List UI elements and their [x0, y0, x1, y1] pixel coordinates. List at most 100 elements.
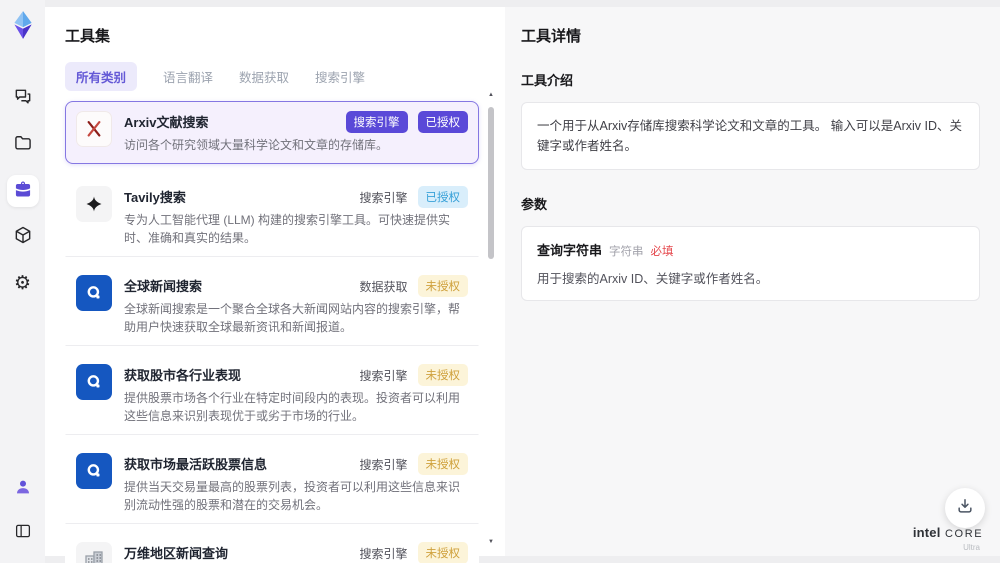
sidebar-item-files[interactable] [7, 129, 39, 161]
tool-header-row: 万维地区新闻查询 搜索引擎 未授权 [124, 542, 468, 563]
collapse-panel-button[interactable] [7, 517, 39, 549]
download-tray-icon [955, 496, 975, 521]
tool-name: Tavily搜索 [124, 190, 186, 205]
param-required-badge: 必填 [650, 246, 674, 258]
tool-header-row: Arxiv文献搜索 搜索引擎 已授权 [124, 111, 468, 133]
auth-status-badge: 已授权 [417, 186, 468, 208]
scroll-down-arrow[interactable]: ▼ [488, 538, 494, 546]
tool-card[interactable]: Tavily搜索 搜索引擎 已授权 专为人工智能代理 (LLM) 构建的搜索引擎工… [65, 176, 479, 257]
arxiv-logo-icon [76, 111, 112, 147]
tool-tags: 搜索引擎 未授权 [359, 542, 468, 563]
scrollbar-track[interactable] [487, 101, 495, 538]
app-logo[interactable] [10, 10, 36, 45]
tool-description: 访问各个研究领域大量科学论文和文章的存储库。 [124, 138, 389, 152]
core-text: CORE [945, 528, 984, 540]
tool-body: 万维地区新闻查询 搜索引擎未授权 查询具体行政区划内的新闻，快速了解各地新闻动 [124, 542, 468, 563]
icon-sidebar: ⚙ [0, 0, 45, 563]
tool-card[interactable]: Arxiv文献搜索 搜索引擎 已授权 访问各个研究领域大量科学论文和文章的存储库。 [65, 101, 479, 164]
scroll-up-arrow[interactable]: ▲ [488, 91, 494, 99]
tool-description: 全球新闻搜索是一个聚合全球各大新闻网站内容的搜索引擎，帮助用户快速获取全球最新资… [124, 302, 461, 334]
auth-status-badge: 未授权 [417, 275, 468, 297]
intel-core-wordmark: intel CORE [913, 524, 983, 541]
category-tag: 搜索引擎 [359, 190, 408, 205]
tool-header-row: Tavily搜索 搜索引擎 已授权 [124, 186, 468, 208]
tool-header-row: 全球新闻搜索 数据获取 未授权 [124, 275, 468, 297]
user-avatar-icon [14, 478, 32, 501]
ultra-text: Ultra [963, 543, 980, 552]
intel-core-logo: intel CORE Ultra [910, 524, 986, 552]
sidebar-item-models[interactable] [7, 221, 39, 253]
tab-3[interactable]: 搜索引擎 [315, 62, 365, 91]
blue-search-logo-icon [76, 453, 112, 489]
tool-description: 提供当天交易量最高的股票列表，投资者可以利用这些信息来识别流动性强的股票和潜在的… [124, 480, 461, 512]
params-heading: 参数 [521, 197, 548, 212]
param-description: 用于搜索的Arxiv ID、关键字或作者姓名。 [537, 272, 769, 286]
auth-status-badge: 未授权 [417, 453, 468, 475]
category-tabs: 所有类别 语言翻译 数据获取 搜索引擎 [65, 62, 505, 91]
category-tag: 搜索引擎 [359, 368, 408, 383]
folder-icon [13, 133, 33, 158]
sidebar-nav: ⚙ [6, 83, 39, 299]
intel-text: intel [912, 525, 941, 540]
auth-status-badge: 未授权 [417, 542, 468, 563]
intro-card: 一个用于从Arxiv存储库搜索科学论文和文章的工具。 输入可以是Arxiv ID… [521, 102, 980, 170]
list-scrollbar: ▲ ▼ [485, 91, 497, 546]
intro-heading: 工具介绍 [521, 73, 574, 88]
tool-card[interactable]: 获取股市各行业表现 搜索引擎 未授权 提供股票市场各个行业在特定时间段内的表现。投… [65, 354, 479, 435]
tool-list-panel: 工具集 所有类别 语言翻译 数据获取 搜索引擎 Arxiv文献搜索 搜索引擎 已授权 访… [45, 7, 505, 563]
gem-logo-icon [10, 11, 36, 44]
tab-0[interactable]: 所有类别 [65, 62, 138, 91]
panel-toggle-icon [14, 522, 32, 545]
blue-search-logo-icon [76, 364, 112, 400]
category-tag: 数据获取 [359, 279, 408, 294]
sidebar-item-chat[interactable] [7, 83, 39, 115]
tab-1[interactable]: 语言翻译 [163, 62, 213, 91]
category-tag: 搜索引擎 [359, 457, 408, 472]
sidebar-item-tools[interactable] [6, 175, 39, 207]
page-title: 工具集 [65, 28, 111, 45]
tool-tags: 搜索引擎 未授权 [359, 453, 468, 475]
tool-body: Tavily搜索 搜索引擎 已授权 专为人工智能代理 (LLM) 构建的搜索引擎工… [124, 186, 468, 247]
tool-list: Arxiv文献搜索 搜索引擎 已授权 访问各个研究领域大量科学论文和文章的存储库。… [65, 101, 479, 563]
tool-header-row: 获取市场最活跃股票信息 搜索引擎 未授权 [124, 453, 468, 475]
app-window: ⚙ 工具集 所有类别 语言翻译 数据获取 搜索引擎 Arxiv文献搜索 搜索引擎… [0, 0, 1000, 563]
briefcase-icon [13, 179, 33, 204]
category-tag: 搜索引擎 [359, 546, 408, 561]
blue-search-logo-icon [76, 275, 112, 311]
scrollbar-thumb[interactable] [488, 107, 494, 259]
sparkle-star-icon [76, 186, 112, 222]
param-card: 查询字符串 字符串 必填 用于搜索的Arxiv ID、关键字或作者姓名。 [521, 226, 980, 301]
download-button[interactable] [945, 488, 985, 528]
tool-body: 获取市场最活跃股票信息 搜索引擎 未授权 提供当天交易量最高的股票列表，投资者可以… [124, 453, 468, 514]
tool-name: 全球新闻搜索 [124, 279, 203, 294]
param-header-row: 查询字符串 字符串 必填 [537, 240, 964, 259]
tool-body: 获取股市各行业表现 搜索引擎 未授权 提供股票市场各个行业在特定时间段内的表现。投… [124, 364, 468, 425]
tool-detail-panel: 工具详情 工具介绍 一个用于从Arxiv存储库搜索科学论文和文章的工具。 输入可… [505, 7, 1000, 556]
tool-card[interactable]: 万维地区新闻查询 搜索引擎未授权 查询具体行政区划内的新闻，快速了解各地新闻动 [65, 532, 479, 563]
tool-header-row: 获取股市各行业表现 搜索引擎 未授权 [124, 364, 468, 386]
intro-text: 一个用于从Arxiv存储库搜索科学论文和文章的工具。 输入可以是Arxiv ID… [537, 119, 963, 153]
tool-body: Arxiv文献搜索 搜索引擎 已授权 访问各个研究领域大量科学论文和文章的存储库。 [124, 111, 468, 154]
tool-tags: 搜索引擎 未授权 [359, 364, 468, 386]
auth-status-badge: 已授权 [417, 111, 468, 133]
tool-card[interactable]: 全球新闻搜索 数据获取 未授权 全球新闻搜索是一个聚合全球各大新闻网站内容的搜索引… [65, 265, 479, 346]
tool-description: 提供股票市场各个行业在特定时间段内的表现。投资者可以利用这些信息来识别表现优于或… [124, 391, 461, 423]
tab-2[interactable]: 数据获取 [239, 62, 289, 91]
tool-description: 专为人工智能代理 (LLM) 构建的搜索引擎工具。可快速提供实时、准确和真实的结… [124, 213, 451, 245]
chat-icon [13, 87, 33, 112]
tool-card[interactable]: 获取市场最活跃股票信息 搜索引擎 未授权 提供当天交易量最高的股票列表，投资者可以… [65, 443, 479, 524]
tool-tags: 搜索引擎 已授权 [345, 111, 468, 133]
tool-tags: 数据获取 未授权 [359, 275, 468, 297]
tool-name: 获取股市各行业表现 [124, 368, 242, 383]
user-profile-button[interactable] [7, 473, 39, 505]
tool-body: 全球新闻搜索 数据获取 未授权 全球新闻搜索是一个聚合全球各大新闻网站内容的搜索引… [124, 275, 468, 336]
sidebar-bottom [7, 473, 39, 549]
tool-name: 万维地区新闻查询 [124, 546, 229, 561]
param-type: 字符串 [609, 246, 644, 258]
category-tag: 搜索引擎 [345, 111, 408, 133]
tool-name: 获取市场最活跃股票信息 [124, 457, 268, 472]
detail-title: 工具详情 [521, 28, 582, 45]
sidebar-item-settings[interactable]: ⚙ [7, 267, 39, 299]
auth-status-badge: 未授权 [417, 364, 468, 386]
tool-tags: 搜索引擎 已授权 [359, 186, 468, 208]
